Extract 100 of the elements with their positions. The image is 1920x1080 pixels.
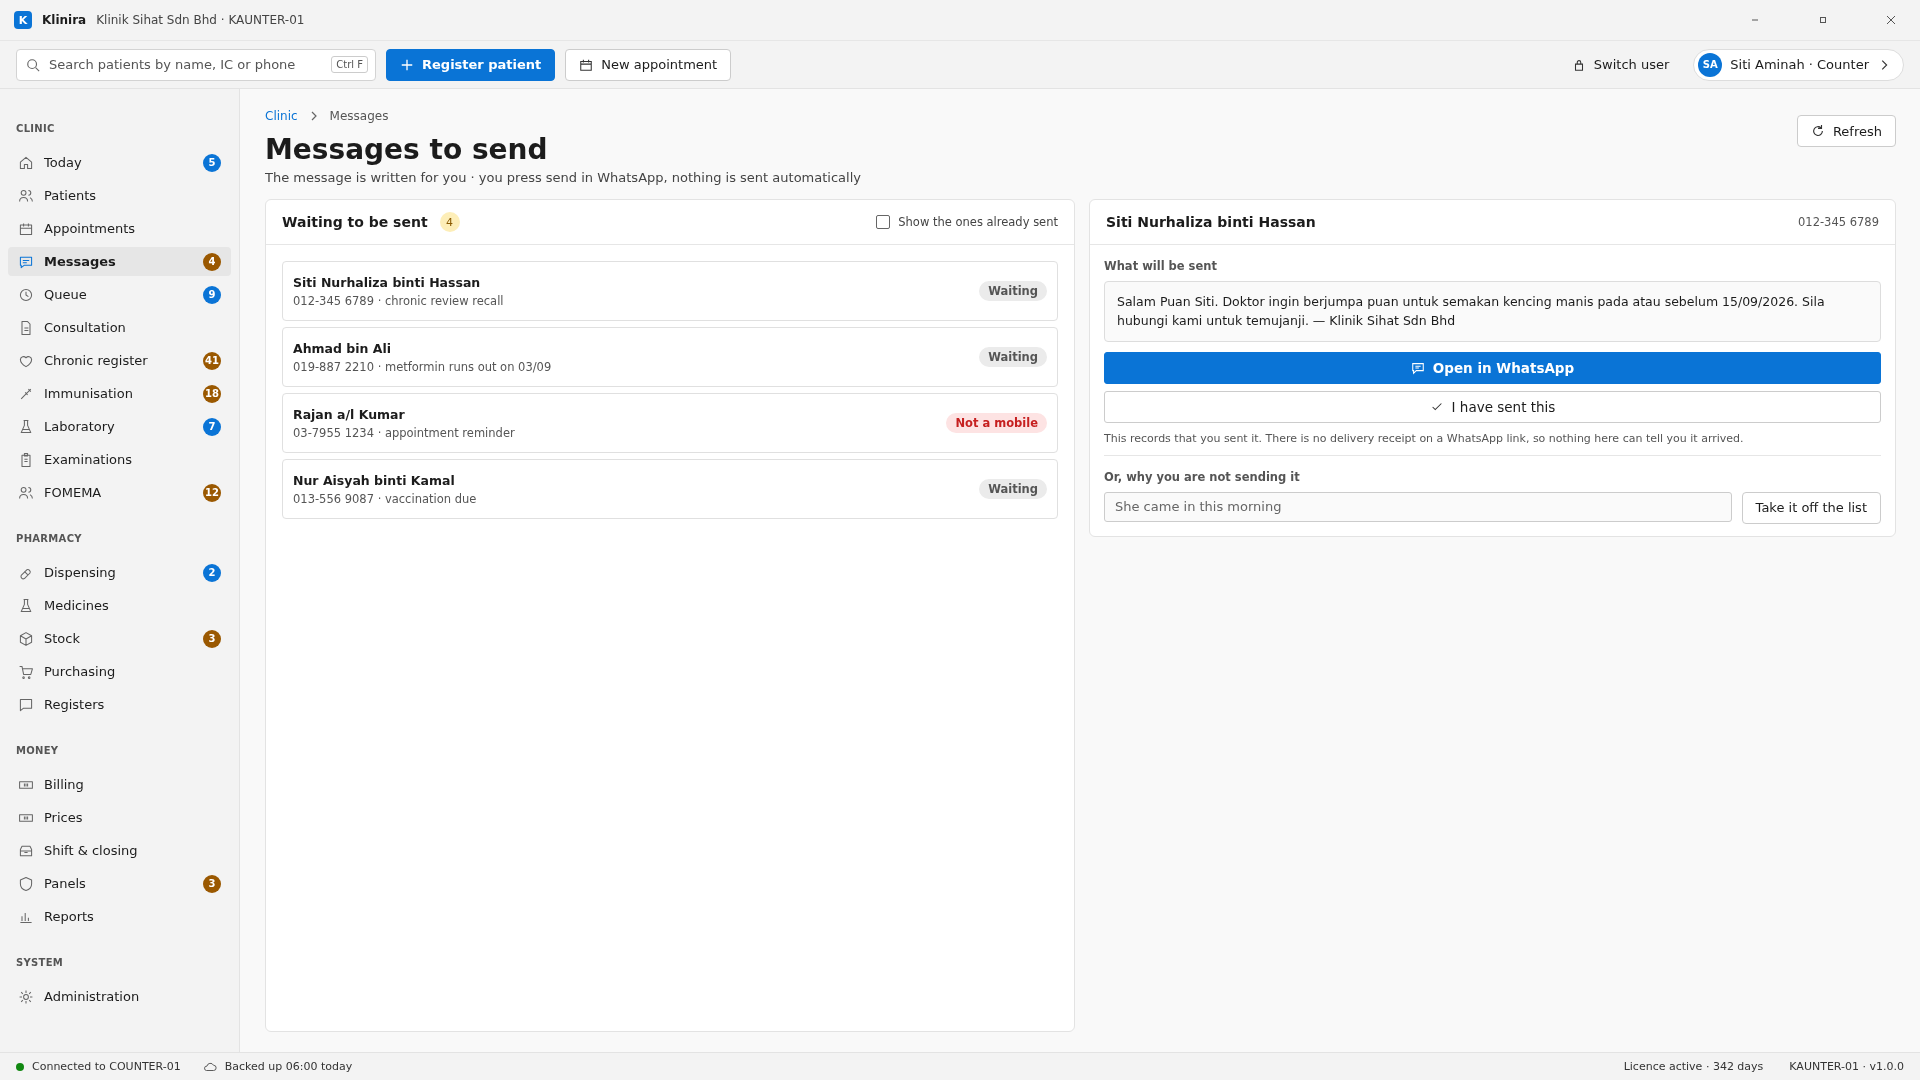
open-whatsapp-button[interactable]: Open in WhatsApp bbox=[1104, 351, 1881, 384]
sidebar-item[interactable]: Purchasing bbox=[8, 657, 231, 686]
sidebar-item[interactable]: Chronic register 41 bbox=[8, 346, 231, 375]
user-menu-button[interactable]: SA Siti Aminah · Counter bbox=[1693, 48, 1904, 81]
breadcrumb-current: Messages bbox=[329, 109, 389, 123]
patient-name: Siti Nurhaliza binti Hassan bbox=[293, 274, 482, 290]
gear-icon bbox=[18, 988, 34, 1005]
sidebar-item[interactable]: Stock 3 bbox=[8, 624, 231, 653]
licence-status: Licence active · 342 days bbox=[1623, 1060, 1764, 1073]
version-text: KAUNTER-01 · v1.0.0 bbox=[1789, 1060, 1904, 1073]
plus-icon bbox=[400, 57, 414, 72]
switch-user-button[interactable]: Switch user bbox=[1557, 57, 1684, 72]
panel-title: Waiting to be sent bbox=[282, 214, 428, 230]
sidebar-item[interactable]: Examinations bbox=[8, 445, 231, 474]
status-badge: Waiting bbox=[979, 281, 1047, 301]
sidebar-item[interactable]: Administration bbox=[8, 982, 231, 1011]
message-detail: 013-556 9087 · vaccination due bbox=[293, 491, 478, 506]
count-badge: 4 bbox=[439, 212, 460, 232]
sidebar-item[interactable]: Panels 3 bbox=[8, 869, 231, 898]
page-title: Messages to send bbox=[265, 133, 549, 166]
count-badge: 18 bbox=[203, 384, 221, 403]
window-title: Klinik Sihat Sdn Bhd · KAUNTER-01 bbox=[96, 13, 305, 27]
status-dot bbox=[16, 1062, 24, 1071]
help-text: This records that you sent it. There is no delivery receipt on a WhatsApp link, so nothing here can tell you it arrived. bbox=[1104, 431, 1745, 445]
new-appointment-button[interactable]: New appointment bbox=[565, 48, 732, 81]
count-badge: 5 bbox=[203, 153, 221, 172]
cart-icon bbox=[18, 663, 34, 680]
reason-field[interactable]: She came in this morning bbox=[1104, 491, 1732, 522]
document-icon bbox=[18, 319, 34, 336]
sidebar-item[interactable]: Messages 4 bbox=[8, 247, 231, 276]
message-row[interactable]: Nur Aisyah binti Kamal 013-556 9087 · vaccination due Waiting bbox=[282, 459, 1058, 519]
sidebar-item[interactable]: Consultation bbox=[8, 313, 231, 342]
sidebar-item[interactable]: Laboratory 7 bbox=[8, 412, 231, 441]
clipboard-icon bbox=[18, 451, 34, 468]
count-badge: 3 bbox=[203, 874, 221, 893]
sidebar-item[interactable]: FOMEMA 12 bbox=[8, 478, 231, 507]
people-icon bbox=[18, 187, 34, 204]
status-badge: Waiting bbox=[979, 479, 1047, 499]
sidebar-item[interactable]: Immunisation 18 bbox=[8, 379, 231, 408]
message-row[interactable]: Siti Nurhaliza binti Hassan 012-345 6789 · chronic review recall Waiting bbox=[282, 261, 1058, 321]
sidebar-item[interactable]: Shift & closing bbox=[8, 836, 231, 865]
calendar-icon bbox=[18, 220, 34, 237]
sidebar-item[interactable]: Prices bbox=[8, 803, 231, 832]
patient-name: Ahmad bin Ali bbox=[293, 340, 393, 356]
patient-name: Rajan a/l Kumar bbox=[293, 406, 406, 422]
page-subtitle: The message is written for you · you press send in WhatsApp, nothing is sent automatically bbox=[265, 170, 862, 185]
message-row[interactable]: Rajan a/l Kumar 03-7955 1234 · appointment reminder Not a mobile bbox=[282, 393, 1058, 453]
clock-icon bbox=[18, 286, 34, 303]
checkbox-label: Show the ones already sent bbox=[898, 215, 1058, 229]
register-patient-button[interactable]: Register patient bbox=[386, 48, 556, 81]
user-avatar: SA bbox=[1698, 52, 1723, 77]
search-icon bbox=[26, 57, 40, 72]
refresh-icon bbox=[1810, 124, 1825, 138]
cube-icon bbox=[18, 630, 34, 647]
message-detail: 012-345 6789 · chronic review recall bbox=[293, 293, 505, 308]
field-label: Or, why you are not sending it bbox=[1104, 469, 1301, 484]
phone-number: 012-345 6789 bbox=[1798, 215, 1879, 229]
chat-icon bbox=[1410, 360, 1425, 375]
count-badge: 12 bbox=[203, 483, 221, 502]
message-detail: 03-7955 1234 · appointment reminder bbox=[293, 425, 516, 440]
flask-icon bbox=[18, 597, 34, 614]
connection-status: Connected to COUNTER-01 bbox=[32, 1060, 181, 1073]
sidebar-item[interactable]: Reports bbox=[8, 902, 231, 931]
app-name: Klinira bbox=[42, 13, 87, 27]
people-icon bbox=[18, 484, 34, 501]
count-badge: 9 bbox=[203, 285, 221, 304]
status-badge: Not a mobile bbox=[946, 413, 1047, 433]
speech-bubble-icon bbox=[18, 696, 34, 713]
count-badge: 7 bbox=[203, 417, 221, 436]
panel-title: Siti Nurhaliza binti Hassan bbox=[1106, 214, 1316, 230]
refresh-button[interactable]: Refresh bbox=[1796, 115, 1896, 147]
count-badge: 2 bbox=[203, 563, 221, 582]
sidebar-item[interactable]: Today 5 bbox=[8, 148, 231, 177]
calendar-icon bbox=[579, 57, 594, 72]
sidebar-item[interactable]: Dispensing 2 bbox=[8, 558, 231, 587]
section-heading: MONEY bbox=[15, 744, 60, 758]
sidebar-item[interactable]: Patients bbox=[8, 181, 231, 210]
count-badge: 41 bbox=[203, 351, 221, 370]
patient-name: Nur Aisyah binti Kamal bbox=[293, 472, 456, 488]
count-badge: 4 bbox=[203, 252, 221, 271]
flask-icon bbox=[18, 418, 34, 435]
message-row[interactable]: Ahmad bin Ali 019-887 2210 · metformin runs out on 03/09 Waiting bbox=[282, 327, 1058, 387]
sidebar-item[interactable]: Medicines bbox=[8, 591, 231, 620]
home-icon bbox=[18, 154, 34, 171]
section-heading: CLINIC bbox=[15, 122, 56, 136]
count-badge: 3 bbox=[203, 629, 221, 648]
sidebar-item[interactable]: Appointments bbox=[8, 214, 231, 243]
remove-button[interactable]: Take it off the list bbox=[1741, 491, 1881, 524]
backup-status: Backed up 06:00 today bbox=[224, 1060, 353, 1073]
field-label: What will be sent bbox=[1104, 259, 1218, 273]
breadcrumb-link[interactable]: Clinic bbox=[265, 109, 298, 123]
sidebar-item[interactable]: Registers bbox=[8, 690, 231, 719]
message-preview: Salam Puan Siti. Doktor ingin berjumpa puan untuk semakan kencing manis pada atau sebelum 15/09/2026. Sila hubungi kami untuk temujanji. — Klinik Sihat Sdn Bhd bbox=[1104, 281, 1881, 342]
sidebar-item[interactable]: Billing bbox=[8, 770, 231, 799]
sidebar-item[interactable]: Queue 9 bbox=[8, 280, 231, 309]
mark-sent-button[interactable]: I have sent this bbox=[1104, 390, 1881, 423]
checkbox[interactable] bbox=[876, 215, 891, 229]
status-badge: Waiting bbox=[979, 347, 1047, 367]
app-logo: K bbox=[14, 11, 32, 29]
section-heading: PHARMACY bbox=[15, 532, 83, 546]
